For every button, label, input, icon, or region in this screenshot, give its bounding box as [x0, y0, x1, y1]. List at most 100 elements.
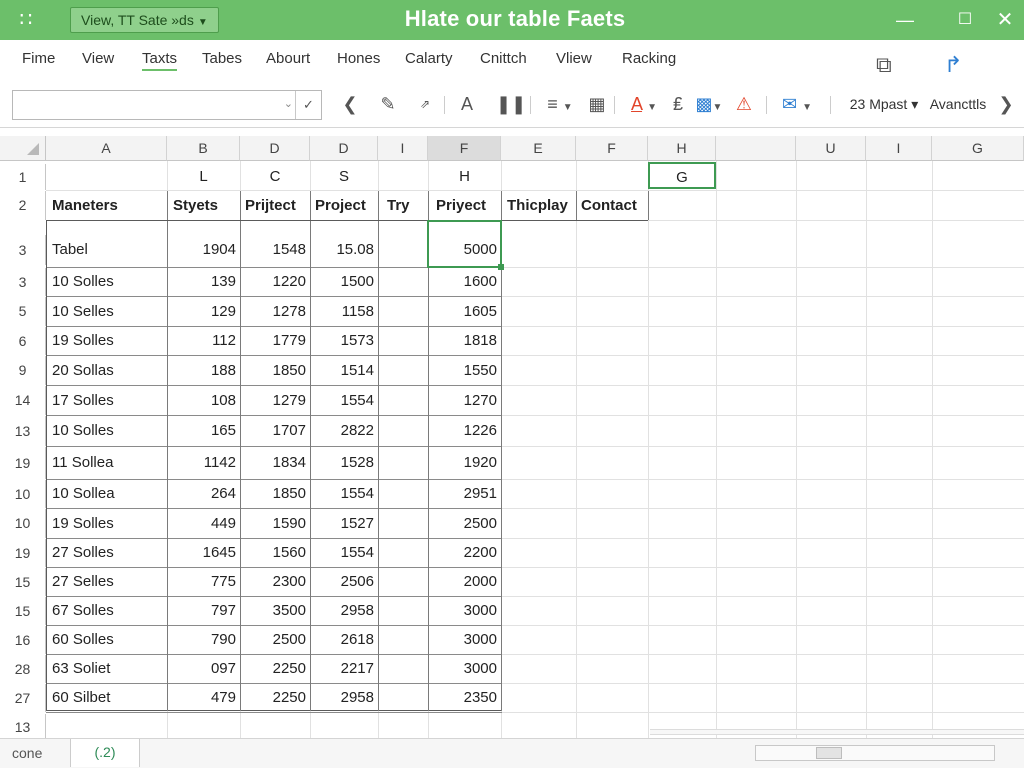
table-cell[interactable]: 2951: [428, 480, 501, 508]
table-cell[interactable]: 10 Solles: [46, 416, 167, 446]
table-cell[interactable]: 2350: [428, 684, 501, 712]
row-header[interactable]: 6: [0, 327, 46, 355]
table-cell[interactable]: 790: [167, 626, 240, 654]
menu-item-cnittch[interactable]: Cnittch: [480, 50, 527, 67]
minimize-icon[interactable]: —: [890, 5, 920, 35]
col-header-b[interactable]: B: [167, 136, 240, 161]
table-cell[interactable]: 165: [167, 416, 240, 446]
table-cell[interactable]: 60 Silbet: [46, 684, 167, 712]
table-cell[interactable]: 1550: [428, 356, 501, 385]
table-cell[interactable]: 67 Solles: [46, 597, 167, 625]
table-cell[interactable]: 1560: [240, 539, 310, 567]
col-header-h[interactable]: H: [648, 136, 716, 161]
table-cell[interactable]: 11 Sollea: [46, 447, 167, 479]
table-cell[interactable]: 449: [167, 509, 240, 538]
row-header[interactable]: 1: [0, 164, 46, 190]
table-header-cell[interactable]: Styets: [167, 191, 240, 220]
table-cell[interactable]: 63 Soliet: [46, 655, 167, 683]
table-cell[interactable]: [378, 235, 428, 265]
table-cell[interactable]: 2250: [240, 684, 310, 712]
row-header[interactable]: 13: [0, 714, 46, 740]
col-header-i[interactable]: I: [378, 136, 428, 161]
table-header-cell[interactable]: Project: [310, 191, 378, 220]
table-cell[interactable]: 1920: [428, 447, 501, 479]
table-cell[interactable]: [378, 626, 428, 654]
format-icon[interactable]: ▦: [586, 92, 608, 116]
table-cell[interactable]: [378, 447, 428, 479]
table-cell[interactable]: 129: [167, 297, 240, 326]
avancts-button[interactable]: Avancttls: [928, 92, 988, 116]
table-cell[interactable]: 1818: [428, 327, 501, 355]
table-cell[interactable]: 17 Solles: [46, 386, 167, 415]
close-icon[interactable]: ✕: [990, 5, 1020, 35]
table-cell[interactable]: [378, 386, 428, 415]
mail-icon[interactable]: ✉ ▼: [774, 92, 820, 116]
row-header[interactable]: 2: [0, 191, 46, 220]
table-cell[interactable]: 1514: [310, 356, 378, 385]
col-header-a[interactable]: A: [46, 136, 167, 161]
table-cell[interactable]: 1600: [428, 268, 501, 296]
table-cell[interactable]: 3500: [240, 597, 310, 625]
table-cell[interactable]: 1554: [310, 386, 378, 415]
row-header[interactable]: 13: [0, 416, 46, 446]
table-cell[interactable]: 1158: [310, 297, 378, 326]
row-header[interactable]: 3: [0, 235, 46, 265]
undo-icon[interactable]: ❮: [340, 92, 360, 116]
row-header[interactable]: 9: [0, 356, 46, 385]
table-header-cell[interactable]: Prijtect: [240, 191, 310, 220]
scrollbar-thumb[interactable]: [816, 747, 842, 759]
col-header-e[interactable]: E: [501, 136, 576, 161]
app-grid-icon[interactable]: ∷: [14, 8, 38, 32]
table-cell[interactable]: 19 Solles: [46, 509, 167, 538]
table-cell[interactable]: Tabel: [46, 235, 167, 265]
table-cell[interactable]: 3000: [428, 597, 501, 625]
col-header-f-selected[interactable]: F: [428, 136, 501, 161]
table-cell[interactable]: 797: [167, 597, 240, 625]
table-cell[interactable]: 10 Sollea: [46, 480, 167, 508]
menu-item-calarty[interactable]: Calarty: [405, 50, 453, 67]
table-cell[interactable]: [378, 297, 428, 326]
table-cell[interactable]: 188: [167, 356, 240, 385]
col-header-g[interactable]: G: [932, 136, 1024, 161]
table-cell[interactable]: 1850: [240, 356, 310, 385]
name-box[interactable]: ⌄ ✓: [12, 90, 322, 120]
table-cell[interactable]: 1554: [310, 480, 378, 508]
table-cell[interactable]: 097: [167, 655, 240, 683]
horizontal-scrollbar[interactable]: [755, 745, 995, 761]
table-cell[interactable]: 1554: [310, 539, 378, 567]
brush-icon[interactable]: ⇗: [416, 92, 434, 116]
table-cell[interactable]: [378, 597, 428, 625]
select-all-corner[interactable]: [0, 136, 46, 161]
table-cell[interactable]: 2958: [310, 684, 378, 712]
row-header[interactable]: 5: [0, 297, 46, 326]
table-cell[interactable]: 2618: [310, 626, 378, 654]
menu-item-fime[interactable]: Fime: [22, 50, 55, 67]
table-cell[interactable]: 2217: [310, 655, 378, 683]
table-cell[interactable]: 2250: [240, 655, 310, 683]
menu-item-tabes[interactable]: Tabes: [202, 50, 242, 67]
table-cell[interactable]: 1573: [310, 327, 378, 355]
table-cell[interactable]: 139: [167, 268, 240, 296]
col-header-i2[interactable]: I: [866, 136, 932, 161]
table-cell[interactable]: 2500: [428, 509, 501, 538]
share-icon[interactable]: ⧉: [876, 52, 892, 78]
menu-item-vliew[interactable]: Vliew: [556, 50, 592, 67]
warning-icon[interactable]: ⚠: [730, 92, 758, 116]
table-cell[interactable]: [378, 268, 428, 296]
table-cell[interactable]: 1590: [240, 509, 310, 538]
table-cell[interactable]: 2200: [428, 539, 501, 567]
publish-icon[interactable]: ↱: [944, 52, 962, 78]
font-color-icon[interactable]: A ▼: [624, 92, 664, 116]
table-cell[interactable]: 1850: [240, 480, 310, 508]
table-cell[interactable]: 10 Solles: [46, 268, 167, 296]
col-header-blank[interactable]: [716, 136, 796, 161]
table-header-cell[interactable]: Try: [378, 191, 428, 220]
table-cell[interactable]: 264: [167, 480, 240, 508]
table-cell[interactable]: 5000: [428, 235, 501, 265]
table-cell[interactable]: [378, 356, 428, 385]
table-cell[interactable]: 1779: [240, 327, 310, 355]
table-cell[interactable]: 1548: [240, 235, 310, 265]
row-header[interactable]: 15: [0, 597, 46, 625]
table-cell[interactable]: 1226: [428, 416, 501, 446]
table-cell[interactable]: 1220: [240, 268, 310, 296]
